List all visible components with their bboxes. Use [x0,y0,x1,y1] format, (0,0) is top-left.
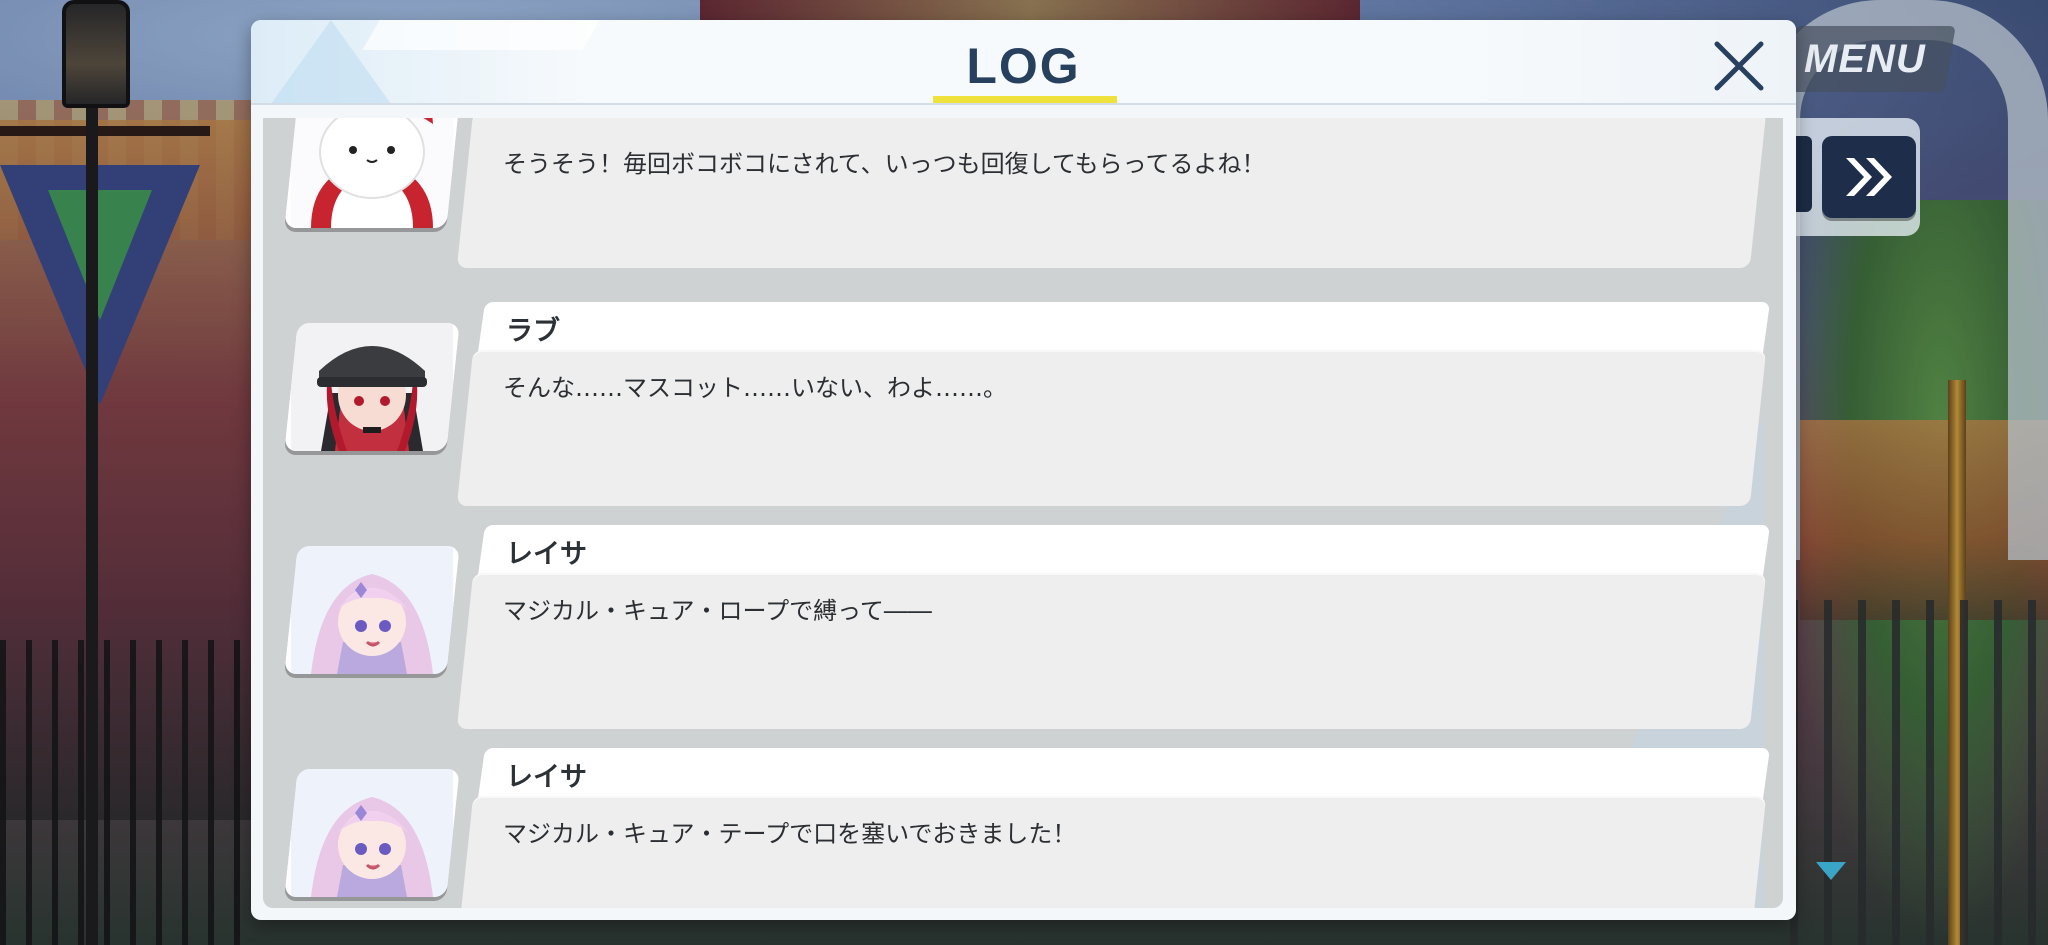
log-list[interactable]: そうそう！毎回ボコボコにされて、いっつも回復してもらってるよね！ ラブ そんな…… [263,118,1783,908]
log-title-underline [933,96,1117,103]
triangle-down-icon [1816,862,1846,880]
game-screen: MENU LOG そうそう！毎回ボコボコにされて、いっつも回復してもらってるよね… [0,0,2048,945]
helmet-girl-avatar [291,323,453,451]
red-hair-helmet-girl-portrait [284,323,460,451]
dialogue-text: マジカル・キュア・ロープで縛って―― [503,597,932,625]
dialogue-text: そんな……マスコット……いない、わよ……。 [503,374,1007,402]
log-entry: レイサ マジカル・キュア・テープで口を塞いでおきました！ [263,684,1783,908]
pink-hair-girl-avatar [291,769,453,897]
mascot-avatar [291,118,453,228]
log-header: LOG [251,20,1796,105]
log-entry: そうそう！毎回ボコボコにされて、いっつも回復してもらってるよね！ [263,118,1783,268]
menu-button-label[interactable]: MENU [1804,34,1944,84]
pink-hair-girl-avatar [291,546,453,674]
white-mascot-portrait [284,118,460,228]
log-entry: ラブ そんな……マスコット……いない、わよ……。 [263,238,1783,506]
skip-button[interactable] [1822,136,1916,218]
close-icon [1714,41,1764,91]
fast-forward-icon [1846,158,1892,196]
dialogue-text: マジカル・キュア・テープで口を塞いでおきました！ [503,820,1077,848]
pink-hair-girl-portrait [284,769,460,897]
log-entry: レイサ マジカル・キュア・ロープで縛って―― [263,461,1783,729]
dialogue-text: そうそう！毎回ボコボコにされて、いっつも回復してもらってるよね！ [503,150,1266,178]
close-button[interactable] [1707,34,1771,98]
log-title: LOG [966,38,1081,94]
log-window: LOG そうそう！毎回ボコボコにされて、いっつも回復してもらってるよね！ ラブ … [251,20,1796,920]
header-divider [251,103,1796,105]
pink-hair-girl-portrait [284,546,460,674]
